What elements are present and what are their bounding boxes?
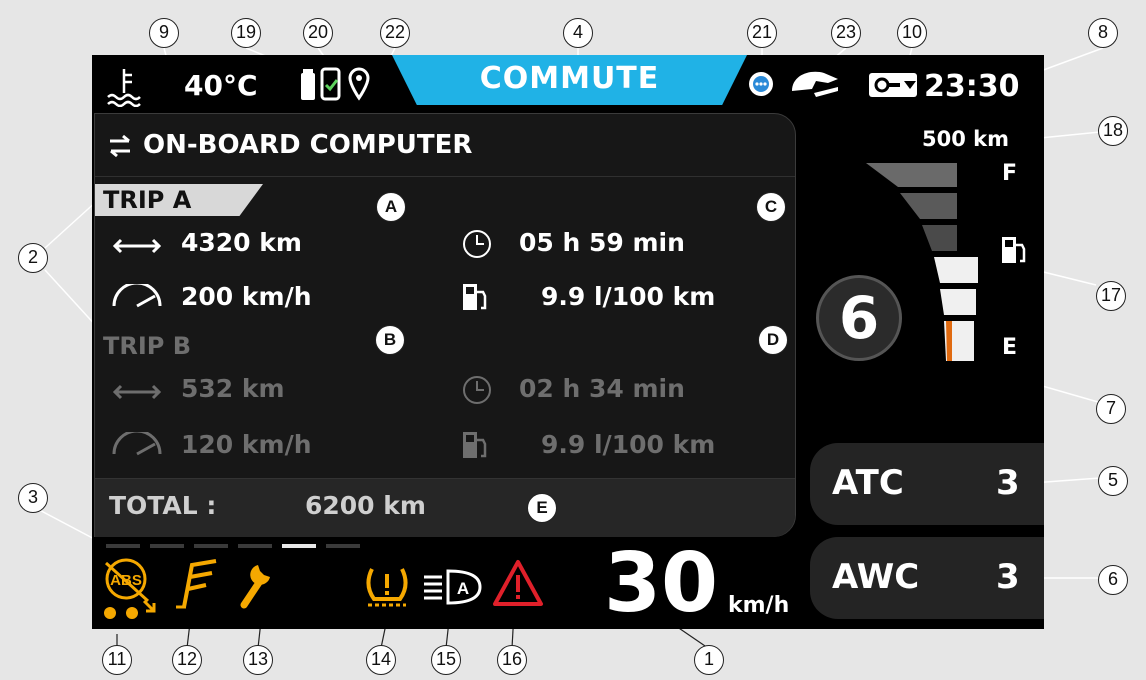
trip-b-clock-icon	[461, 374, 493, 410]
trip-b-distance: 532 km	[181, 374, 285, 403]
callout-A: A	[376, 192, 406, 222]
onboard-computer-header[interactable]: ON-BOARD COMPUTER	[95, 114, 795, 177]
awc-value: 3	[996, 557, 1020, 597]
ride-mode-label: COMMUTE	[479, 61, 660, 96]
tire-pressure-icon	[362, 565, 412, 611]
callout-3: 3	[18, 483, 48, 513]
traction-icon	[172, 557, 222, 615]
page-dot	[326, 544, 360, 548]
callout-B: B	[375, 325, 405, 355]
page-dot	[194, 544, 228, 548]
callout-10: 10	[897, 18, 927, 48]
total-value: 6200 km	[305, 491, 426, 520]
trip-a-consumption: 9.9 l/100 km	[541, 282, 716, 311]
page-dot	[238, 544, 272, 548]
fuel-pump-icon	[1000, 235, 1028, 269]
trip-b-time: 02 h 34 min	[519, 374, 685, 403]
fuel-gauge-empty-label: E	[1002, 335, 1018, 360]
callout-7: 7	[1096, 394, 1126, 424]
callout-5: 5	[1098, 466, 1128, 496]
callout-14: 14	[366, 645, 396, 675]
callout-4: 4	[563, 18, 593, 48]
coolant-temp-icon	[106, 67, 144, 108]
atc-label: ATC	[832, 463, 904, 503]
svg-text:A: A	[457, 579, 469, 598]
callout-8: 8	[1088, 18, 1118, 48]
abs-icon: ABS	[100, 557, 158, 625]
total-label: TOTAL :	[109, 491, 217, 520]
callout-6: 6	[1098, 565, 1128, 595]
awc-label: AWC	[832, 557, 920, 597]
callout-D: D	[758, 325, 788, 355]
gear-value: 6	[838, 284, 880, 352]
trip-b-label[interactable]: TRIP B	[103, 332, 191, 360]
atc-indicator[interactable]: ATC 3	[810, 443, 1044, 525]
dashboard-screen: 40°C COMMUTE 23:30 500 km ON-BOARD COMPU…	[92, 55, 1044, 629]
trip-a-time: 05 h 59 min	[519, 228, 685, 257]
phone-icon	[320, 67, 342, 105]
page-dot-active	[282, 544, 316, 548]
onboard-computer-panel: ON-BOARD COMPUTER TRIP A 4320 km 05 h 59…	[94, 113, 796, 537]
callout-1: 1	[694, 645, 724, 675]
trip-b-speedometer-icon	[111, 429, 163, 462]
callout-21: 21	[747, 18, 777, 48]
callout-17: 17	[1096, 281, 1126, 311]
page-dot	[106, 544, 140, 548]
callout-20: 20	[303, 18, 333, 48]
location-pin-icon	[348, 67, 370, 105]
callout-22: 22	[380, 18, 410, 48]
trip-b-speed: 120 km/h	[181, 430, 312, 459]
callout-16: 16	[497, 645, 527, 675]
callout-E: E	[527, 493, 557, 523]
trip-a-distance: 4320 km	[181, 228, 302, 257]
page-dot	[150, 544, 184, 548]
callout-2: 2	[18, 243, 48, 273]
wrench-icon	[238, 559, 278, 613]
fuel-consumption-icon	[461, 282, 489, 316]
onboard-computer-title: ON-BOARD COMPUTER	[143, 130, 473, 160]
callout-13: 13	[243, 645, 273, 675]
trip-b-distance-icon	[112, 384, 162, 404]
speedometer-icon	[111, 281, 163, 314]
distance-icon	[112, 238, 162, 258]
chat-icon	[746, 69, 776, 103]
callout-9: 9	[149, 18, 179, 48]
callout-11: 11	[102, 645, 132, 675]
speed-value: 30	[604, 536, 719, 629]
helmet-icon	[790, 67, 840, 103]
switch-arrows-icon	[107, 134, 133, 162]
awc-indicator[interactable]: AWC 3	[810, 537, 1044, 619]
callout-12: 12	[172, 645, 202, 675]
fuel-gauge-full-label: F	[1002, 161, 1018, 186]
clock-icon	[461, 228, 493, 264]
key-icon	[868, 69, 918, 105]
trip-b-fuel-icon	[461, 430, 489, 464]
callout-C: C	[756, 192, 786, 222]
callout-15: 15	[431, 645, 461, 675]
temperature-value: 40°C	[184, 69, 258, 102]
headlight-icon: A	[422, 569, 484, 609]
warning-triangle-icon	[492, 559, 544, 611]
trip-b-consumption: 9.9 l/100 km	[541, 430, 716, 459]
fuel-range: 500 km	[922, 127, 1009, 151]
speed-unit: km/h	[728, 593, 790, 618]
atc-value: 3	[996, 463, 1020, 503]
callout-23: 23	[831, 18, 861, 48]
clock: 23:30	[924, 69, 1020, 104]
trip-a-speed: 200 km/h	[181, 282, 312, 311]
callout-19: 19	[231, 18, 261, 48]
battery-icon	[300, 69, 316, 105]
callout-18: 18	[1098, 116, 1128, 146]
trip-a-label: TRIP A	[103, 186, 192, 214]
gear-indicator: 6	[816, 275, 902, 361]
